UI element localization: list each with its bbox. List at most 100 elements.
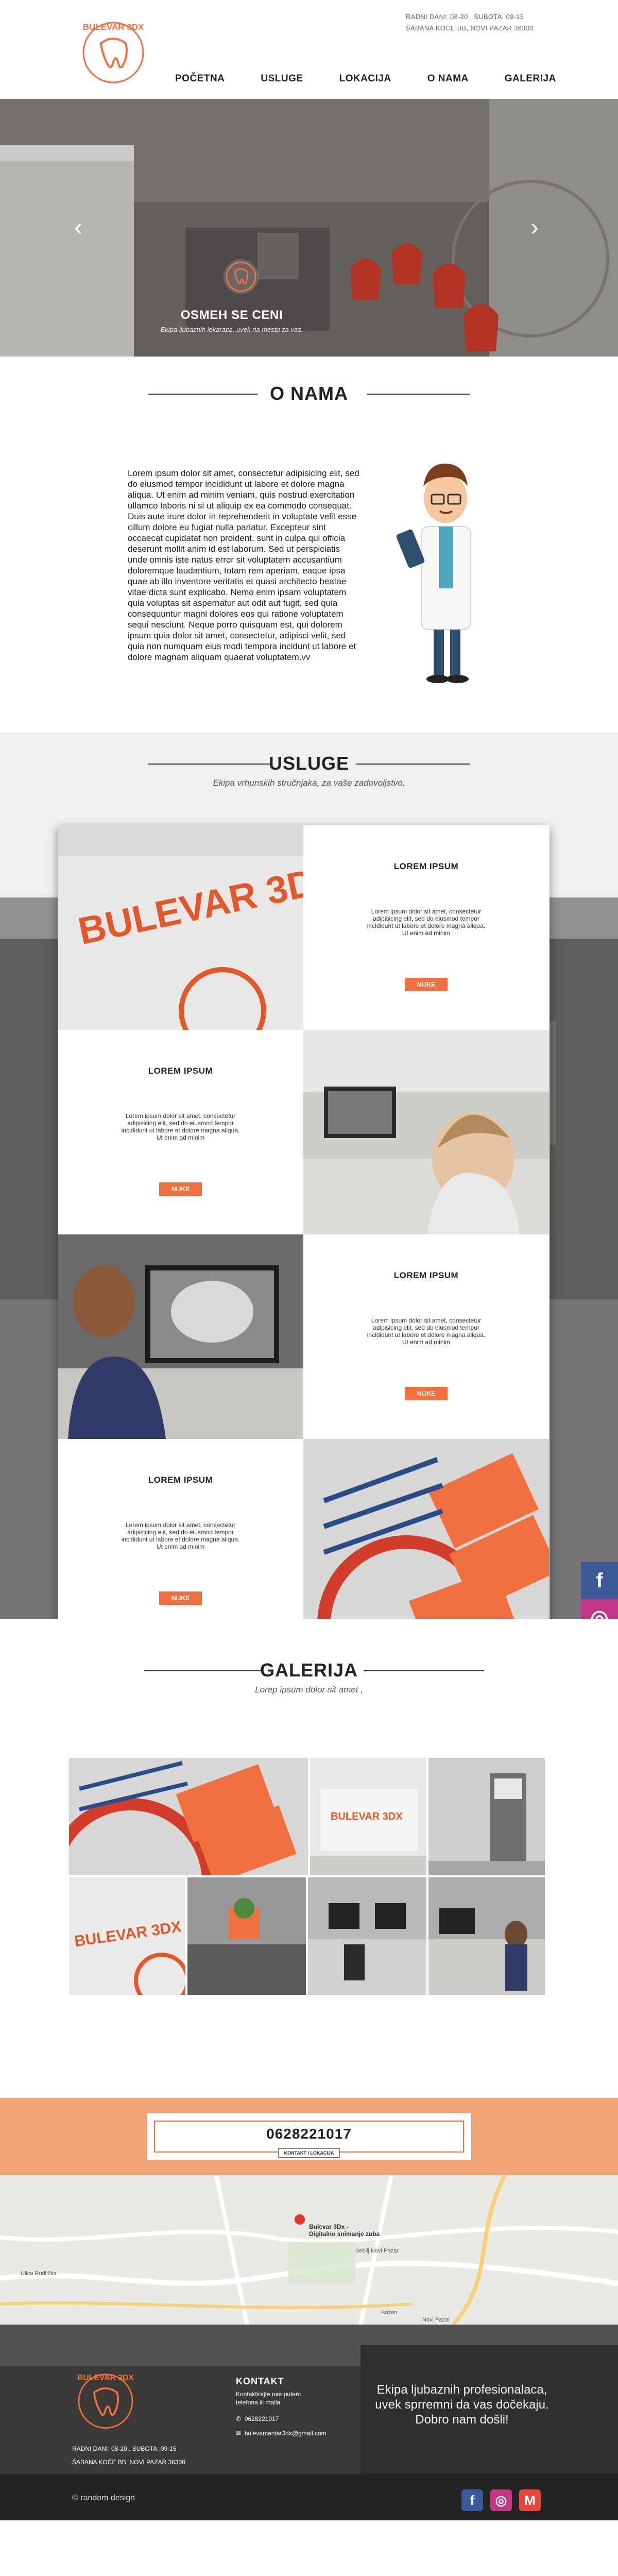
footer-info: RADNI DANI: 08-20 , SUBOTA: 09-15 ŠABANA… bbox=[72, 2442, 185, 2469]
divider bbox=[367, 394, 470, 395]
main-nav: POČETNA USLUGE LOKACIJA O NAMA GALERIJA bbox=[175, 71, 592, 87]
contact-location-button[interactable]: KONTAKT I LOKACIJA bbox=[278, 2148, 340, 2158]
about-text: Lorem ipsum dolor sit amet, consectetur … bbox=[128, 468, 359, 662]
services-heading: USLUGE bbox=[0, 753, 618, 774]
nav-pocetna[interactable]: POČETNA bbox=[175, 71, 225, 87]
services-section: USLUGE Ekipa vrhunskih stručnjaka, za va… bbox=[0, 733, 618, 1619]
address: ŠABANA KOČE BB, NOVI PAZAR 36300 bbox=[406, 24, 534, 32]
phone-box: 0628221017 KONTAKT I LOKACIJA bbox=[147, 2113, 471, 2160]
about-heading: O NAMA bbox=[0, 383, 618, 404]
gallery-subtitle: Lorep ipsum dolor sit amet , bbox=[255, 1685, 363, 1694]
contact-desc-line: Kontaktirajte nas putem bbox=[236, 2391, 301, 2398]
card-title: LOREM IPSUM bbox=[148, 1475, 213, 1485]
map-label: Bazen bbox=[381, 2310, 397, 2316]
instagram-icon[interactable]: ◎ bbox=[490, 2489, 512, 2511]
nav-usluge[interactable]: USLUGE bbox=[261, 71, 303, 87]
slogan-line: Ekipa ljubaznih profesionalaca, bbox=[376, 2383, 547, 2397]
phone-icon: ✆ bbox=[236, 2415, 242, 2422]
contact-desc-line: telefona ili maila bbox=[236, 2399, 281, 2406]
footer-logo[interactable]: BULEVAR 3DX bbox=[72, 2366, 139, 2433]
gallery-image[interactable] bbox=[187, 1877, 306, 1995]
card-text: Lorem ipsum dolor sit amet, consectetur … bbox=[121, 1521, 240, 1550]
divider bbox=[364, 1670, 484, 1671]
logo-text: BULEVAR 3DX bbox=[77, 2374, 134, 2382]
sign-text: BULEVAR 3DX bbox=[331, 1811, 403, 1822]
copyright: © random design bbox=[72, 2494, 135, 2502]
email-text: bulevarcentar3dx@gmail.com bbox=[244, 2430, 327, 2437]
card-button[interactable]: NIJKE bbox=[159, 1591, 202, 1605]
slogan-line: Dobro nam došli! bbox=[415, 2413, 509, 2427]
nav-galerija[interactable]: GALERIJA bbox=[505, 71, 556, 87]
service-card: LOREM IPSUM Lorem ipsum dolor sit amet, … bbox=[58, 1439, 303, 1619]
chevron-right-icon[interactable]: › bbox=[524, 215, 545, 239]
gallery-image[interactable] bbox=[308, 1877, 426, 1995]
service-card: LOREM IPSUM Lorem ipsum dolor sit amet, … bbox=[303, 825, 549, 1030]
card-title: LOREM IPSUM bbox=[393, 861, 459, 871]
card-button[interactable]: NIJKE bbox=[159, 1182, 202, 1196]
divider bbox=[356, 764, 470, 765]
phone-frame: 0628221017 bbox=[154, 2121, 464, 2153]
site-header: BULEVAR 3DX RADNI DANI: 08-20 , SUBOTA: … bbox=[0, 0, 618, 99]
contact-title: KONTAKT bbox=[236, 2376, 284, 2386]
gallery-image[interactable]: BULEVAR 3DX bbox=[310, 1758, 426, 1875]
gallery-image[interactable] bbox=[69, 1758, 308, 1875]
contact-phone[interactable]: ✆ 0628221017 bbox=[236, 2412, 327, 2426]
service-card: LOREM IPSUM Lorem ipsum dolor sit amet, … bbox=[303, 1234, 549, 1439]
divider bbox=[148, 394, 258, 395]
service-photo-pens bbox=[303, 1439, 549, 1619]
location-map[interactable]: Bulevar 3Dx - Digitalno snimanje zuba Se… bbox=[0, 2175, 618, 2325]
gallery-heading: GALERIJA bbox=[0, 1660, 618, 1681]
contact-block: KONTAKT Kontaktirajte nas putem telefona… bbox=[236, 2376, 327, 2441]
social-float: f ◎ bbox=[581, 1562, 618, 1619]
slogan-line: uvek sprremni da vas dočekaju. bbox=[375, 2398, 549, 2412]
map-label: Sebilj Novi Pazar bbox=[355, 2248, 399, 2254]
contact-email[interactable]: ✉ bulevarcentar3dx@gmail.com bbox=[236, 2426, 327, 2441]
logo-text: BULEVAR 3DX bbox=[83, 22, 144, 32]
site-footer: BULEVAR 3DX RADNI DANI: 08-20 , SUBOTA: … bbox=[0, 2325, 618, 2520]
instagram-icon[interactable]: ◎ bbox=[581, 1599, 618, 1619]
gallery-image[interactable]: BULEVAR 3DX bbox=[69, 1877, 185, 1995]
gallery-section: GALERIJA Lorep ipsum dolor sit amet , BU… bbox=[0, 1619, 618, 2098]
gallery-image[interactable] bbox=[428, 1758, 545, 1875]
gallery-image[interactable] bbox=[428, 1877, 545, 1995]
contact-description: Kontaktirajte nas putem telefona ili mai… bbox=[236, 2390, 327, 2406]
card-title: LOREM IPSUM bbox=[148, 1066, 213, 1076]
card-button[interactable]: NIJKE bbox=[404, 978, 448, 991]
mail-icon: ✉ bbox=[236, 2430, 242, 2437]
service-photo-xray bbox=[58, 1234, 303, 1439]
about-section: O NAMA Lorem ipsum dolor sit amet, conse… bbox=[0, 357, 618, 733]
card-text: Lorem ipsum dolor sit amet, consectetur … bbox=[121, 1112, 240, 1141]
phone-band: 0628221017 KONTAKT I LOKACIJA bbox=[0, 2098, 618, 2175]
facebook-icon[interactable]: f bbox=[581, 1562, 618, 1599]
card-title: LOREM IPSUM bbox=[393, 1270, 459, 1280]
services-subtitle: Ekipa vrhunskih stručnjaka, za vaše zado… bbox=[213, 778, 405, 788]
gmail-icon[interactable]: M bbox=[519, 2489, 541, 2511]
footer-slogan: Ekipa ljubaznih profesionalaca, uvek spr… bbox=[367, 2382, 557, 2427]
address: ŠABANA KOČE BB, NOVI PAZAR 36300 bbox=[72, 2459, 185, 2466]
section-title: USLUGE bbox=[268, 753, 349, 774]
section-title: GALERIJA bbox=[260, 1659, 358, 1681]
divider bbox=[148, 764, 270, 765]
service-photo-desk bbox=[303, 1030, 549, 1234]
brand-logo[interactable]: BULEVAR 3DX bbox=[77, 14, 149, 87]
hero-subtitle: Ekipa ljubaznih lekaraca, uvek na mestu … bbox=[160, 326, 303, 333]
map-label: Bulevar 3Dx - bbox=[309, 2223, 349, 2230]
service-photo-sign: BULEVAR 3DX bbox=[58, 825, 303, 1030]
nav-o-nama[interactable]: O NAMA bbox=[427, 71, 469, 87]
doctor-illustration bbox=[397, 463, 471, 683]
facebook-icon[interactable]: f bbox=[461, 2489, 483, 2511]
hero-title: OSMEH SE CENI bbox=[180, 308, 283, 322]
hero-slider: OSMEH SE CENI Ekipa ljubaznih lekaraca, … bbox=[0, 99, 618, 357]
card-button[interactable]: NIJKE bbox=[404, 1387, 448, 1400]
phone-number[interactable]: 0628221017 bbox=[155, 2124, 463, 2144]
map-label: Novi Pazar bbox=[422, 2317, 450, 2323]
card-text: Lorem ipsum dolor sit amet, consectetur … bbox=[367, 908, 486, 937]
map-label: Ulica Rudlička bbox=[21, 2270, 57, 2277]
opening-hours: RADNI DANI: 08-20 , SUBOTA: 09-15 bbox=[406, 13, 524, 21]
nav-lokacija[interactable]: LOKACIJA bbox=[339, 71, 391, 87]
service-card: LOREM IPSUM Lorem ipsum dolor sit amet, … bbox=[58, 1030, 303, 1234]
card-text: Lorem ipsum dolor sit amet, consectetur … bbox=[367, 1317, 486, 1346]
chevron-left-icon[interactable]: ‹ bbox=[68, 215, 89, 239]
map-label: Digitalno snimanje zuba bbox=[309, 2230, 380, 2238]
services-grid: BULEVAR 3DX LOREM IPSUM Lorem ipsum dolo… bbox=[58, 825, 550, 1619]
